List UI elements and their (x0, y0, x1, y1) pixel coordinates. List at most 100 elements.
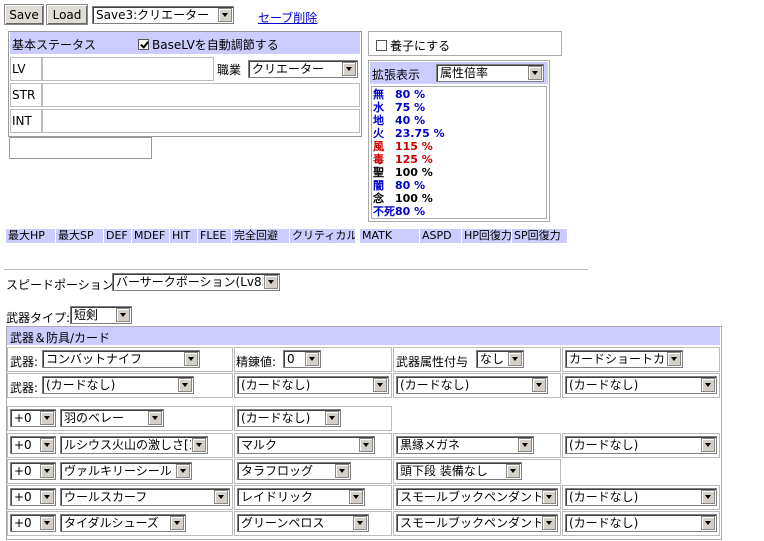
head-low-select[interactable]: 頭下段 装備なし (396, 462, 522, 480)
weapon-card1-select[interactable]: (カードなし) (42, 376, 194, 394)
head-mid-refine-select[interactable]: +0 (10, 436, 56, 454)
weapon-card4-select[interactable]: (カードなし) (565, 376, 717, 394)
chevron-down-icon (116, 308, 130, 322)
element-label: 武器属性付与 (396, 355, 469, 369)
head-mid-card-select[interactable]: マルク (237, 436, 375, 454)
attribute-row: 地 40 % (373, 114, 445, 127)
str-label: STR (12, 88, 36, 102)
attribute-row: 念 100 % (373, 192, 445, 205)
save-slot-select[interactable]: Save3:クリエーター (92, 6, 234, 24)
save-button[interactable]: Save (4, 4, 44, 25)
refine-select[interactable]: 0 (283, 350, 321, 368)
chevron-down-icon (218, 8, 232, 22)
shield-select[interactable]: ヴァルキリーシールド (60, 462, 192, 480)
head-mid-select[interactable]: ルシウス火山の激しさ[1] (60, 436, 208, 454)
head-top-select[interactable]: 羽のベレー (60, 409, 164, 427)
garment-select[interactable]: ウールスカーフ (60, 488, 230, 506)
attribute-value: 40 % (395, 114, 426, 127)
footgear-card-select[interactable]: グリーンペロス (237, 514, 369, 532)
weapon1-value: コンバットナイフ (46, 352, 143, 366)
chevron-down-icon (528, 66, 542, 80)
weapon-card2-select[interactable]: (カードなし) (237, 376, 389, 394)
stat-header-cell: FLEE (198, 229, 232, 243)
attribute-name: 無 (373, 88, 384, 101)
head-mid-value: ルシウス火山の激しさ[1] (64, 438, 191, 452)
head-mid-card-value: マルク (241, 438, 278, 452)
refine-value: 0 (287, 352, 295, 366)
attribute-value: 115 % (395, 140, 433, 153)
head-top-refine-select[interactable]: +0 (10, 409, 56, 427)
weapon-card3-select[interactable]: (カードなし) (396, 376, 548, 394)
int-value-cell (42, 109, 360, 133)
attribute-row: 無 80 % (373, 88, 445, 101)
chevron-down-icon (701, 378, 715, 392)
card-shortcut-select[interactable]: カードショートカット (565, 350, 683, 368)
garment-refine-select[interactable]: +0 (10, 488, 56, 506)
attribute-value: 80 % (395, 88, 426, 101)
chevron-down-icon (40, 411, 54, 425)
attribute-name: 水 (373, 101, 384, 114)
attribute-value: 100 % (395, 192, 433, 205)
head-mid-extra-select[interactable]: 黒縁メガネ (396, 436, 534, 454)
extended-mode-select[interactable]: 属性倍率 (436, 64, 544, 82)
shield-card-value: タラフロッグ (241, 464, 314, 478)
stat-header-cell: ASPD (420, 229, 462, 243)
stat-header-cell: MDEF (132, 229, 170, 243)
delete-save-link[interactable]: セーブ削除 (258, 9, 317, 26)
accessory1-select[interactable]: スモールブックペンダント (396, 488, 558, 506)
lv-label: LV (12, 62, 26, 76)
load-button[interactable]: Load (46, 4, 88, 25)
chevron-down-icon (192, 438, 206, 452)
chevron-down-icon (353, 516, 367, 530)
weapon-card4-value: (カードなし) (569, 378, 639, 392)
accessory1-value: スモールブックペンダント (400, 490, 541, 504)
attribute-row: 聖 100 % (373, 166, 445, 179)
shield-refine-select[interactable]: +0 (10, 462, 56, 480)
attribute-name: 不死 (373, 205, 395, 218)
chevron-down-icon (335, 464, 349, 478)
chevron-down-icon (542, 490, 556, 504)
weapon1-select[interactable]: コンバットナイフ (42, 350, 200, 368)
chevron-down-icon (264, 275, 278, 289)
chevron-down-icon (342, 62, 356, 76)
job-select[interactable]: クリエーター (248, 60, 358, 78)
attribute-value: 80 % (395, 205, 426, 218)
speed-potion-value: バーサークポーション(Lv85) (116, 275, 263, 289)
head-top-card-select[interactable]: (カードなし) (237, 409, 341, 427)
head-low-value: 頭下段 装備なし (400, 464, 488, 478)
attribute-value: 125 % (395, 153, 433, 166)
garment-refine-value: +0 (14, 490, 32, 504)
garment-card-select[interactable]: レイドリック (237, 488, 365, 506)
footgear-select[interactable]: タイダルシューズ (60, 514, 186, 532)
chevron-down-icon (701, 490, 715, 504)
chevron-down-icon (349, 490, 363, 504)
attribute-name: 毒 (373, 153, 384, 166)
shield-refine-value: +0 (14, 464, 32, 478)
shield-card-select[interactable]: タラフロッグ (237, 462, 351, 480)
head-mid-extra-card-select[interactable]: (カードなし) (565, 436, 717, 454)
footgear-refine-select[interactable]: +0 (10, 514, 56, 532)
weapon-type-select[interactable]: 短剣 (70, 306, 132, 324)
garment-card-value: レイドリック (241, 490, 314, 504)
chevron-down-icon (40, 438, 54, 452)
head-top-refine-value: +0 (14, 411, 32, 425)
str-value-cell (42, 83, 360, 107)
accessory2-select[interactable]: スモールブックペンダント (396, 514, 558, 532)
stat-values-row (4, 243, 588, 270)
element-select[interactable]: なし (476, 350, 524, 368)
accessory1-card-select[interactable]: (カードなし) (565, 488, 717, 506)
chevron-down-icon (373, 378, 387, 392)
chevron-down-icon (506, 464, 520, 478)
attribute-name: 聖 (373, 166, 384, 179)
head-mid-refine-value: +0 (14, 438, 32, 452)
auto-adjust-checkbox[interactable]: BaseLVを自動調節する (138, 36, 279, 53)
chevron-down-icon (178, 378, 192, 392)
chevron-down-icon (184, 352, 198, 366)
accessory2-card-select[interactable]: (カードなし) (565, 514, 717, 532)
attribute-value: 75 % (395, 101, 426, 114)
speed-potion-select[interactable]: バーサークポーション(Lv85) (112, 273, 280, 291)
stat-header-cell: SP回復力 (512, 229, 568, 243)
attribute-row: 水 75 % (373, 101, 445, 114)
adopt-checkbox[interactable]: 養子にする (376, 37, 450, 54)
accessory2-card-value: (カードなし) (569, 516, 639, 530)
